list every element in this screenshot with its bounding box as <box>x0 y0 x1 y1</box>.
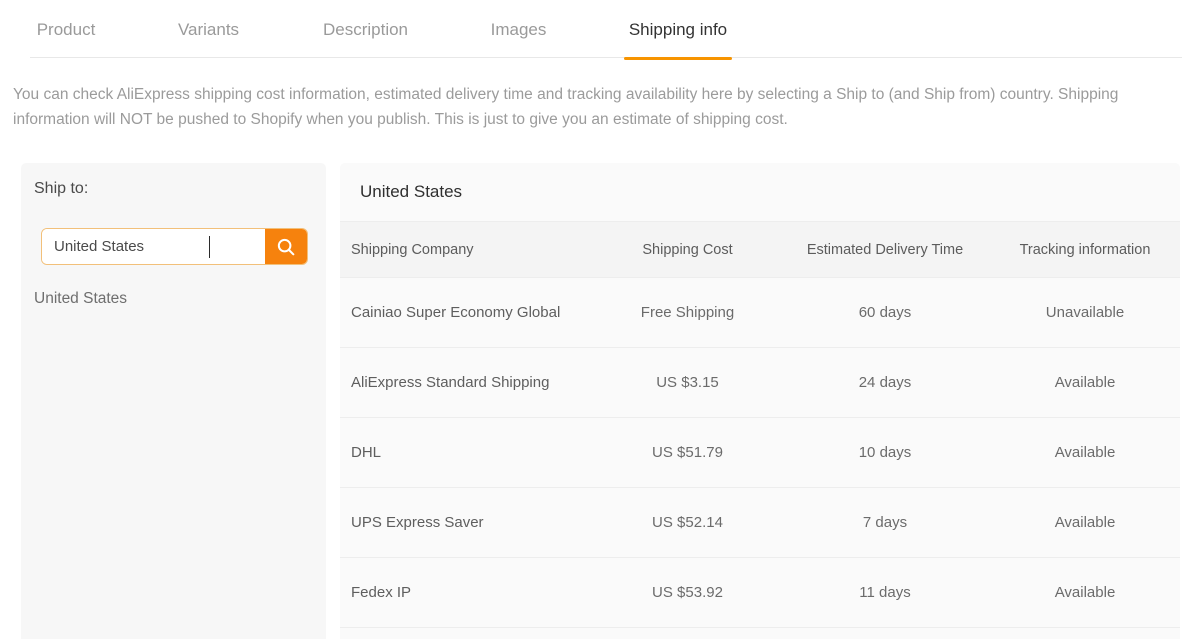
ship-to-panel: Ship to: United States <box>21 163 326 639</box>
column-header-shipping-company: Shipping Company <box>340 221 595 278</box>
table-row: AliExpress Standard Shipping US $3.15 24… <box>340 347 1180 418</box>
table-row: UPS Express Saver US $52.14 7 days Avail… <box>340 487 1180 558</box>
tab-label: Images <box>490 20 547 39</box>
column-header-shipping-cost: Shipping Cost <box>595 221 780 278</box>
table-row: Cainiao Super Economy Global Free Shippi… <box>340 277 1180 348</box>
ship-to-label: Ship to: <box>34 180 89 197</box>
cell-shipping-cost: US $53.92 <box>595 557 780 628</box>
shipping-options-table: Shipping Company Shipping Cost Estimated… <box>340 221 1180 628</box>
cell-delivery-time: 24 days <box>780 347 990 418</box>
cell-shipping-company: Cainiao Super Economy Global <box>340 277 595 348</box>
ship-to-input[interactable] <box>42 229 265 264</box>
tab-label: Product <box>36 20 96 39</box>
search-icon <box>275 236 297 258</box>
cell-shipping-cost: US $52.14 <box>595 487 780 558</box>
cell-shipping-company: DHL <box>340 417 595 488</box>
cell-shipping-cost: Free Shipping <box>595 277 780 348</box>
cell-shipping-company: UPS Express Saver <box>340 487 595 558</box>
column-header-delivery-time: Estimated Delivery Time <box>780 221 990 278</box>
search-button[interactable] <box>265 229 307 264</box>
table-header: Shipping Company Shipping Cost Estimated… <box>340 221 1180 278</box>
cell-shipping-cost: US $3.15 <box>595 347 780 418</box>
cell-delivery-time: 10 days <box>780 417 990 488</box>
cell-shipping-company: AliExpress Standard Shipping <box>340 347 595 418</box>
cell-tracking-information: Available <box>990 557 1180 628</box>
cell-tracking-information: Unavailable <box>990 277 1180 348</box>
table-row: Fedex IP US $53.92 11 days Available <box>340 557 1180 628</box>
product-tabs: Product Variants Description Images Ship… <box>0 0 1200 60</box>
table-body: Cainiao Super Economy Global Free Shippi… <box>340 277 1180 628</box>
shipping-results-panel: United States Shipping Company Shipping … <box>340 163 1180 639</box>
cell-delivery-time: 11 days <box>780 557 990 628</box>
tab-description[interactable]: Description <box>318 0 413 40</box>
tab-label: Shipping info <box>628 20 728 39</box>
cell-tracking-information: Available <box>990 417 1180 488</box>
tab-product[interactable]: Product <box>33 0 99 40</box>
tab-shipping-info[interactable]: Shipping info <box>624 0 732 60</box>
tab-active-indicator <box>624 57 732 60</box>
ship-to-search-box[interactable] <box>41 228 308 265</box>
tab-label: Description <box>322 20 409 39</box>
table-row: DHL US $51.79 10 days Available <box>340 417 1180 488</box>
cell-tracking-information: Available <box>990 347 1180 418</box>
cell-tracking-information: Available <box>990 487 1180 558</box>
tab-active-indicator <box>33 57 99 60</box>
cell-delivery-time: 60 days <box>780 277 990 348</box>
tab-active-indicator <box>488 57 549 60</box>
tab-variants[interactable]: Variants <box>173 0 244 40</box>
cell-shipping-company: Fedex IP <box>340 557 595 628</box>
text-caret <box>209 236 210 258</box>
cell-delivery-time: 7 days <box>780 487 990 558</box>
table-header-row: Shipping Company Shipping Cost Estimated… <box>340 221 1180 278</box>
selected-country-title: United States <box>340 163 1180 221</box>
shipping-info-description: You can check AliExpress shipping cost i… <box>13 86 1119 128</box>
cell-shipping-cost: US $51.79 <box>595 417 780 488</box>
tab-active-indicator <box>173 57 244 60</box>
shipping-info-page: Product Variants Description Images Ship… <box>0 0 1200 639</box>
tab-label: Variants <box>177 20 240 39</box>
country-suggestion-item[interactable]: United States <box>34 290 127 308</box>
tab-active-indicator <box>318 57 413 60</box>
column-header-tracking-information: Tracking information <box>990 221 1180 278</box>
tab-images[interactable]: Images <box>488 0 549 40</box>
